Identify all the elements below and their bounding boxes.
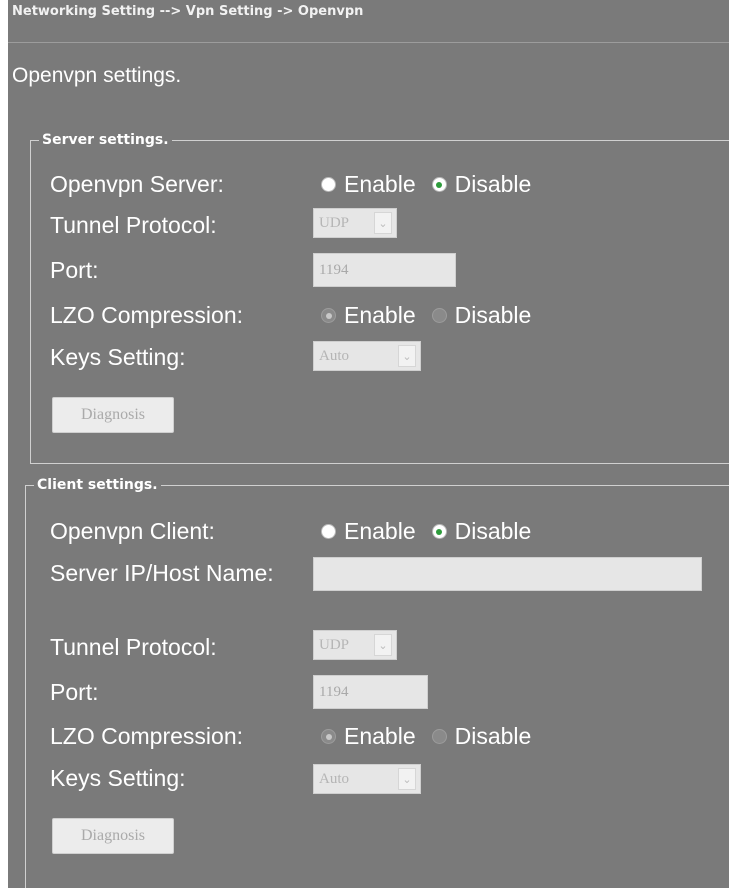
client-lzo-enable-label: Enable [344,723,416,749]
server-lzo-label: LZO Compression: [50,302,244,328]
server-port-input[interactable]: 1194 [313,253,456,287]
client-protocol-value: UDP [319,636,350,653]
server-keys-label: Keys Setting: [50,344,186,370]
server-protocol-select[interactable]: UDP ⌄ [313,208,397,238]
client-openvpn-enable-label: Enable [344,518,416,544]
client-lzo-disable-label: Disable [454,723,532,749]
server-lzo-radio-group: Enable Disable [321,302,547,329]
client-lzo-enable-radio[interactable] [321,729,336,744]
client-diagnosis-button[interactable]: Diagnosis [52,818,174,854]
server-openvpn-radio-group: Enable Disable [321,171,547,198]
openvpn-panel: Networking Setting --> Vpn Setting -> Op… [8,0,729,888]
breadcrumb: Networking Setting --> Vpn Setting -> Op… [8,0,729,43]
server-lzo-enable-radio[interactable] [321,308,336,323]
client-lzo-radio-group: Enable Disable [321,723,547,750]
server-port-label: Port: [50,257,99,283]
client-protocol-select[interactable]: UDP ⌄ [313,630,397,660]
chevron-down-icon: ⌄ [374,212,392,234]
client-keys-label: Keys Setting: [50,765,186,791]
client-keys-select[interactable]: Auto ⌄ [313,764,421,794]
chevron-down-icon: ⌄ [398,345,416,367]
client-settings-legend: Client settings. [37,477,158,493]
client-host-input[interactable] [313,557,702,591]
server-settings-legend: Server settings. [42,132,169,148]
server-openvpn-disable-label: Disable [454,171,532,197]
server-openvpn-label: Openvpn Server: [50,171,224,197]
server-lzo-disable-label: Disable [454,302,532,328]
server-openvpn-disable-radio[interactable] [431,177,447,192]
server-keys-select[interactable]: Auto ⌄ [313,341,421,371]
chevron-down-icon: ⌄ [398,768,416,790]
client-openvpn-disable-label: Disable [454,518,532,544]
client-host-label: Server IP/Host Name: [50,560,274,586]
client-lzo-label: LZO Compression: [50,723,244,749]
chevron-down-icon: ⌄ [374,634,392,656]
page-title: Openvpn settings. [12,64,182,87]
server-protocol-label: Tunnel Protocol: [50,212,217,238]
client-openvpn-radio-group: Enable Disable [321,518,547,545]
server-keys-value: Auto [319,347,349,364]
client-port-input[interactable]: 1194 [313,675,428,709]
server-openvpn-enable-label: Enable [344,171,416,197]
server-openvpn-enable-radio[interactable] [321,177,336,192]
client-openvpn-disable-radio[interactable] [431,524,447,539]
server-lzo-enable-label: Enable [344,302,416,328]
client-openvpn-enable-radio[interactable] [321,524,336,539]
client-keys-value: Auto [319,770,349,787]
server-lzo-disable-radio[interactable] [431,308,447,323]
client-protocol-label: Tunnel Protocol: [50,634,217,660]
client-lzo-disable-radio[interactable] [431,729,447,744]
client-openvpn-label: Openvpn Client: [50,518,215,544]
server-protocol-value: UDP [319,214,350,231]
client-port-label: Port: [50,679,99,705]
server-diagnosis-button[interactable]: Diagnosis [52,397,174,433]
